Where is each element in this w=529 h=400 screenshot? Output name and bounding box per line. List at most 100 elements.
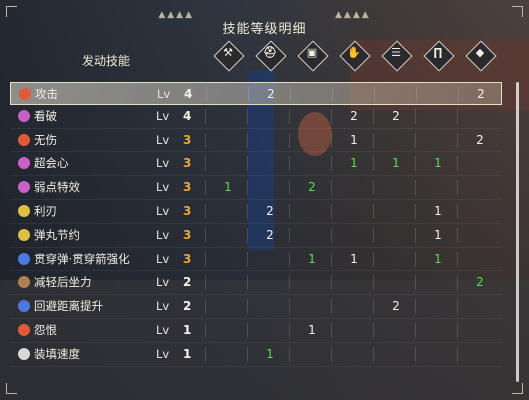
scrollbar[interactable] bbox=[516, 82, 519, 382]
panel-corner-bottom-left bbox=[6, 383, 17, 394]
skill-row[interactable]: 无伤 Lv 3 1 2 bbox=[10, 129, 502, 153]
column-divider bbox=[457, 275, 458, 291]
skill-level: 3 bbox=[183, 180, 192, 195]
skill-row[interactable]: 装填速度 Lv 1 1 bbox=[10, 343, 502, 367]
column-divider bbox=[373, 156, 374, 172]
column-divider bbox=[373, 203, 374, 219]
column-divider bbox=[415, 227, 416, 243]
panel-corner-bottom-right bbox=[512, 383, 523, 394]
slot-glyph: ✋ bbox=[347, 46, 361, 59]
skill-name: 看破 bbox=[34, 108, 57, 123]
skill-name: 超会心 bbox=[34, 156, 69, 171]
column-divider bbox=[247, 203, 248, 219]
slot-level-cell: 2 bbox=[476, 275, 484, 290]
skill-row[interactable]: 回避距离提升 Lv 2 2 bbox=[10, 295, 502, 319]
skill-level: 1 bbox=[183, 346, 192, 361]
skill-row[interactable]: 怨恨 Lv 1 1 bbox=[10, 319, 502, 343]
column-divider bbox=[331, 251, 332, 267]
column-divider bbox=[205, 132, 206, 148]
slot-level-cell: 2 bbox=[392, 108, 400, 123]
skill-name: 装填速度 bbox=[34, 346, 80, 361]
column-divider bbox=[247, 132, 248, 148]
skill-name: 利刃 bbox=[34, 203, 57, 218]
column-divider bbox=[289, 322, 290, 338]
column-divider bbox=[206, 87, 207, 102]
column-divider bbox=[331, 275, 332, 291]
skill-category-icon bbox=[18, 133, 30, 146]
column-divider bbox=[247, 227, 248, 243]
slot-level-cell: 2 bbox=[476, 132, 484, 147]
column-divider bbox=[289, 299, 290, 315]
slot-glyph: ☰ bbox=[391, 46, 401, 59]
skill-name: 怨恨 bbox=[34, 322, 57, 337]
column-divider bbox=[458, 87, 459, 102]
column-divider bbox=[331, 180, 332, 196]
column-divider bbox=[247, 108, 248, 124]
column-divider bbox=[373, 108, 374, 124]
skill-row[interactable]: 减轻后坐力 Lv 2 2 bbox=[10, 271, 502, 296]
level-prefix: Lv bbox=[156, 180, 170, 195]
slot-level-cell: 2 bbox=[267, 87, 275, 101]
column-divider bbox=[205, 346, 206, 362]
column-divider bbox=[415, 322, 416, 338]
slot-level-cell: 2 bbox=[350, 108, 358, 123]
column-divider bbox=[289, 156, 290, 172]
skill-name: 减轻后坐力 bbox=[34, 275, 92, 290]
column-divider bbox=[289, 227, 290, 243]
column-divider bbox=[373, 275, 374, 291]
column-divider bbox=[457, 180, 458, 196]
skill-level: 3 bbox=[183, 132, 192, 147]
column-divider bbox=[331, 132, 332, 148]
level-prefix: Lv bbox=[156, 275, 170, 290]
panel-title: 技能等级明细 bbox=[222, 22, 307, 37]
slot-level-cell: 1 bbox=[266, 346, 274, 361]
slot-level-cell: 1 bbox=[350, 156, 358, 171]
column-divider bbox=[331, 299, 332, 315]
column-divider bbox=[457, 132, 458, 148]
active-skills-header: 发动技能 bbox=[82, 54, 131, 68]
column-divider bbox=[415, 156, 416, 172]
column-divider bbox=[332, 87, 333, 102]
column-divider bbox=[415, 346, 416, 362]
talisman-icon: ◆ bbox=[465, 40, 497, 72]
level-prefix: Lv bbox=[156, 299, 170, 314]
column-divider bbox=[205, 322, 206, 338]
column-divider bbox=[374, 87, 375, 102]
column-divider bbox=[373, 346, 374, 362]
column-divider bbox=[415, 203, 416, 219]
column-divider bbox=[247, 322, 248, 338]
skill-level: 4 bbox=[183, 108, 192, 123]
skill-row[interactable]: 利刃 Lv 3 2 1 bbox=[10, 200, 502, 224]
skill-row[interactable]: 看破 Lv 4 2 2 bbox=[10, 105, 502, 129]
slot-glyph: ⚒ bbox=[223, 46, 233, 59]
column-divider bbox=[457, 251, 458, 267]
waist-armor-icon: ☰ bbox=[381, 40, 413, 72]
slot-glyph: ◆ bbox=[475, 46, 485, 59]
slot-level-cell: 2 bbox=[392, 299, 400, 314]
skill-category-icon bbox=[18, 300, 30, 313]
slot-level-cell: 1 bbox=[350, 132, 358, 147]
column-divider bbox=[415, 299, 416, 315]
skill-level: 1 bbox=[183, 322, 192, 337]
skill-row[interactable]: 弹丸节约 Lv 3 2 1 bbox=[10, 224, 502, 248]
skill-row[interactable]: 攻击 Lv 4 2 2 bbox=[10, 82, 502, 105]
skill-detail-panel: ▲▲▲▲ ▲▲▲▲ 技能等级明细 发动技能 ⚒ ⛑ ▣ ✋ ☰ ∏ ◆ 攻击 Lv 4 2 2 看破 L… bbox=[0, 0, 529, 400]
skill-category-icon bbox=[18, 204, 30, 217]
level-prefix: Lv bbox=[156, 322, 170, 337]
skill-row[interactable]: 贯穿弹·贯穿箭强化 Lv 3 1 1 1 bbox=[10, 248, 502, 272]
skill-level: 3 bbox=[183, 203, 192, 218]
skill-row[interactable]: 弱点特效 Lv 3 1 2 bbox=[10, 176, 502, 200]
column-divider bbox=[457, 322, 458, 338]
column-divider bbox=[373, 227, 374, 243]
skill-row[interactable]: 超会心 Lv 3 1 1 1 bbox=[10, 152, 502, 177]
column-divider bbox=[247, 346, 248, 362]
skill-name: 弹丸节约 bbox=[34, 227, 80, 242]
skill-level: 4 bbox=[184, 87, 193, 101]
column-divider bbox=[205, 227, 206, 243]
skill-level: 3 bbox=[183, 227, 192, 242]
column-divider bbox=[457, 156, 458, 172]
slot-level-cell: 1 bbox=[434, 251, 442, 266]
column-divider bbox=[457, 299, 458, 315]
leg-armor-icon: ∏ bbox=[423, 40, 455, 72]
level-prefix: Lv bbox=[156, 108, 170, 123]
